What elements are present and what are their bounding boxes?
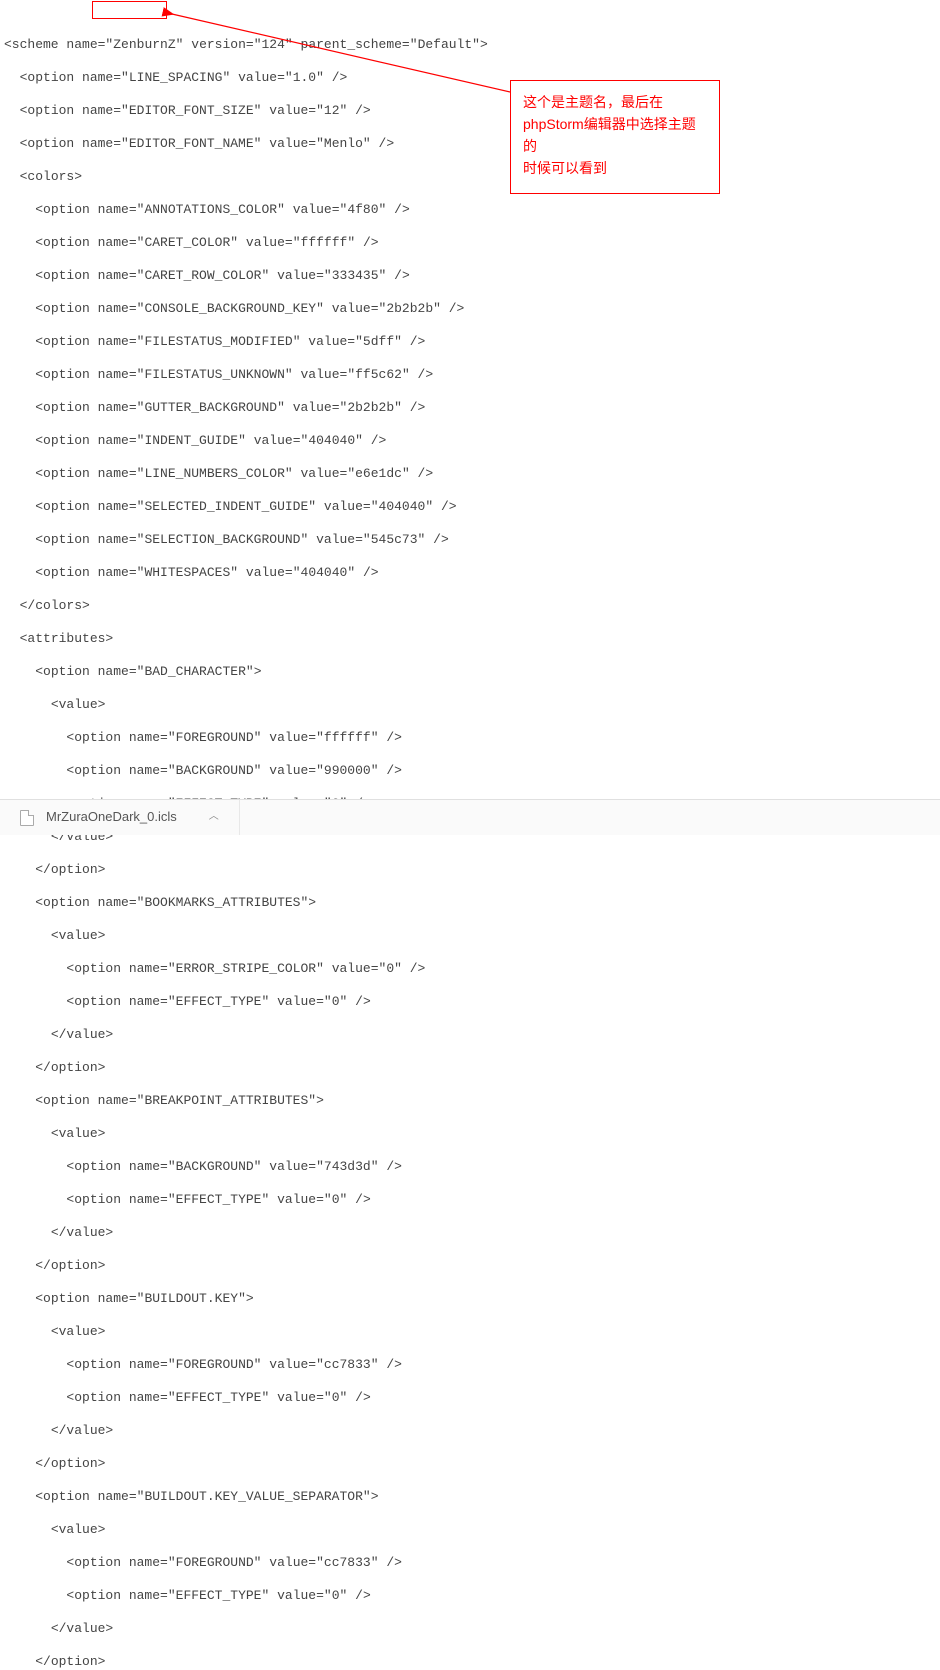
chevron-up-icon[interactable]: ︿ — [209, 809, 219, 826]
code-line: </value> — [4, 1225, 940, 1242]
code-line: <option name="CARET_ROW_COLOR" value="33… — [4, 268, 940, 285]
code-line: <option name="BOOKMARKS_ATTRIBUTES"> — [4, 895, 940, 912]
footer-bar: MrZuraOneDark_0.icls ︿ — [0, 799, 940, 835]
code-line: <colors> — [4, 169, 940, 186]
code-line: <option name="EFFECT_TYPE" value="0" /> — [4, 1192, 940, 1209]
code-line: <option name="EDITOR_FONT_NAME" value="M… — [4, 136, 940, 153]
code-line: <option name="ANNOTATIONS_COLOR" value="… — [4, 202, 940, 219]
file-name: MrZuraOneDark_0.icls — [46, 809, 177, 826]
highlight-box — [92, 1, 167, 19]
code-line: <option name="EDITOR_FONT_SIZE" value="1… — [4, 103, 940, 120]
code-line: <option name="LINE_NUMBERS_COLOR" value=… — [4, 466, 940, 483]
code-line: </value> — [4, 1423, 940, 1440]
code-line: <option name="EFFECT_TYPE" value="0" /> — [4, 1588, 940, 1605]
code-line: </colors> — [4, 598, 940, 615]
code-line: <value> — [4, 1126, 940, 1143]
code-line: <option name="FILESTATUS_UNKNOWN" value=… — [4, 367, 940, 384]
code-line: <option name="BAD_CHARACTER"> — [4, 664, 940, 681]
code-line: <option name="WHITESPACES" value="404040… — [4, 565, 940, 582]
code-line: </option> — [4, 862, 940, 879]
code-line: <option name="BUILDOUT.KEY"> — [4, 1291, 940, 1308]
code-line: <value> — [4, 1324, 940, 1341]
code-line: <option name="EFFECT_TYPE" value="0" /> — [4, 1390, 940, 1407]
code-line: <option name="FOREGROUND" value="cc7833"… — [4, 1555, 940, 1572]
code-line: <option name="FOREGROUND" value="ffffff"… — [4, 730, 940, 747]
file-icon — [20, 810, 34, 826]
code-line: <option name="INDENT_GUIDE" value="40404… — [4, 433, 940, 450]
code-line: <option name="FOREGROUND" value="cc7833"… — [4, 1357, 940, 1374]
code-line: <value> — [4, 1522, 940, 1539]
code-line: <value> — [4, 697, 940, 714]
code-line: </value> — [4, 1027, 940, 1044]
code-line: </option> — [4, 1060, 940, 1077]
code-line: <option name="EFFECT_TYPE" value="0" /> — [4, 994, 940, 1011]
annotation-text-line: 时候可以看到 — [523, 157, 707, 179]
code-line: <option name="GUTTER_BACKGROUND" value="… — [4, 400, 940, 417]
code-line: <option name="LINE_SPACING" value="1.0" … — [4, 70, 940, 87]
code-line: <option name="SELECTED_INDENT_GUIDE" val… — [4, 499, 940, 516]
code-line: </option> — [4, 1456, 940, 1473]
code-view: <scheme name="ZenburnZ" version="124" pa… — [0, 0, 940, 1670]
code-line: <option name="CARET_COLOR" value="ffffff… — [4, 235, 940, 252]
code-line: <option name="ERROR_STRIPE_COLOR" value=… — [4, 961, 940, 978]
code-line: <option name="BACKGROUND" value="990000"… — [4, 763, 940, 780]
code-line: <scheme name="ZenburnZ" version="124" pa… — [4, 37, 940, 54]
code-line: </option> — [4, 1258, 940, 1275]
code-line: <option name="BUILDOUT.KEY_VALUE_SEPARAT… — [4, 1489, 940, 1506]
annotation-text-line: phpStorm编辑器中选择主题的 — [523, 113, 707, 157]
code-line: <option name="FILESTATUS_MODIFIED" value… — [4, 334, 940, 351]
file-tab[interactable]: MrZuraOneDark_0.icls ︿ — [0, 800, 240, 835]
code-line: </value> — [4, 1621, 940, 1638]
code-line: <option name="SELECTION_BACKGROUND" valu… — [4, 532, 940, 549]
code-line: <option name="CONSOLE_BACKGROUND_KEY" va… — [4, 301, 940, 318]
annotation-text-line: 这个是主题名，最后在 — [523, 91, 707, 113]
code-line: <option name="BACKGROUND" value="743d3d"… — [4, 1159, 940, 1176]
code-line: <value> — [4, 928, 940, 945]
code-line: </option> — [4, 1654, 940, 1670]
annotation-callout: 这个是主题名，最后在 phpStorm编辑器中选择主题的 时候可以看到 — [510, 80, 720, 194]
code-line: <attributes> — [4, 631, 940, 648]
code-line: <option name="BREAKPOINT_ATTRIBUTES"> — [4, 1093, 940, 1110]
